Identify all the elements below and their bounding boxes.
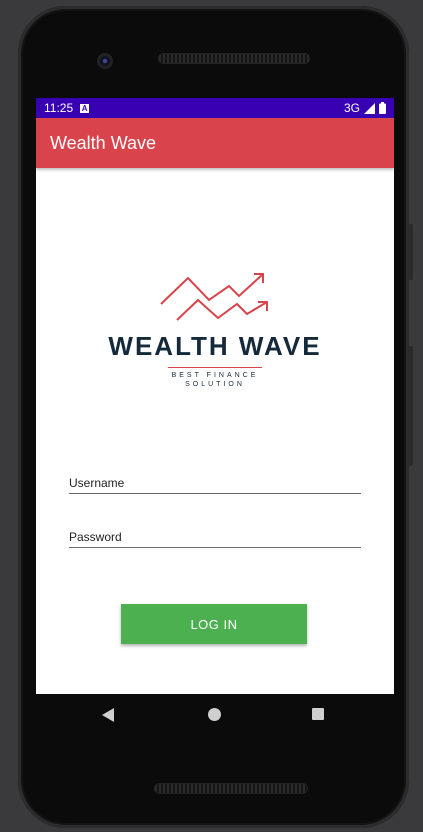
password-input[interactable] (69, 530, 361, 547)
home-icon[interactable] (208, 708, 221, 721)
logo-divider (168, 367, 262, 368)
network-type: 3G (343, 101, 360, 115)
logo-tagline-1: BEST FINANCE (171, 372, 259, 379)
status-time: 11:25 (44, 101, 74, 115)
username-field (69, 474, 361, 494)
status-indicators: 3G (344, 101, 386, 115)
logo-tagline-2: SOLUTION (185, 381, 245, 388)
trend-arrows-icon (160, 273, 268, 321)
app-bar: Wealth Wave (36, 118, 394, 168)
earpiece-speaker (158, 53, 310, 64)
password-field (69, 528, 361, 548)
power-button (408, 346, 413, 466)
front-camera-icon (97, 53, 113, 69)
back-icon[interactable] (102, 708, 114, 722)
recent-apps-icon[interactable] (312, 708, 324, 720)
volume-button (408, 224, 413, 280)
navigation-bar (36, 694, 394, 734)
app-title: Wealth Wave (50, 132, 157, 153)
signal-icon (364, 102, 375, 114)
notification-icon: A (80, 103, 90, 113)
status-bar: 11:25 A 3G (36, 98, 394, 118)
app-screen: 11:25 A 3G Wealth Wave WEALTH WAVE BEST … (36, 98, 394, 694)
battery-icon (379, 102, 386, 114)
login-button[interactable]: LOG IN (121, 604, 307, 644)
wealth-wave-logo: WEALTH WAVE BEST FINANCE SOLUTION (36, 268, 394, 389)
bottom-speaker (154, 783, 308, 794)
username-input[interactable] (69, 476, 361, 493)
logo-wordmark: WEALTH WAVE (108, 331, 322, 361)
